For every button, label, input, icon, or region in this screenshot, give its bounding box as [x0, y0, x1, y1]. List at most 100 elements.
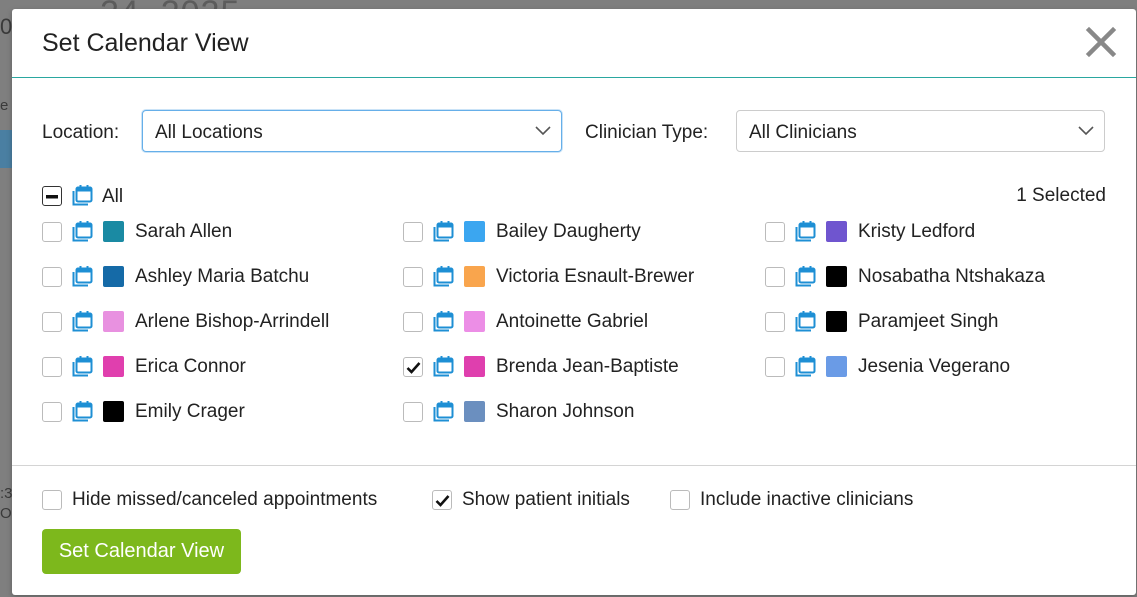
- clinician-item[interactable]: Antoinette Gabriel: [403, 310, 743, 340]
- selected-count: 1 Selected: [1016, 185, 1106, 206]
- clinician-item[interactable]: Kristy Ledford: [765, 220, 1105, 250]
- include-inactive-label: Include inactive clinicians: [700, 489, 914, 510]
- clinician-checkbox[interactable]: [42, 312, 62, 332]
- calendar-icon[interactable]: [795, 265, 817, 287]
- clinician-name: Victoria Esnault-Brewer: [496, 266, 695, 287]
- clinician-color-swatch: [826, 266, 847, 287]
- calendar-icon[interactable]: [795, 310, 817, 332]
- clinician-name: Bailey Daugherty: [496, 221, 641, 242]
- clinician-item[interactable]: Brenda Jean-Baptiste: [403, 355, 743, 385]
- select-all-row: All 1 Selected: [42, 185, 1106, 215]
- clinician-name: Ashley Maria Batchu: [135, 266, 310, 287]
- clinician-checkbox[interactable]: [765, 222, 785, 242]
- clinician-item[interactable]: Nosabatha Ntshakaza: [765, 265, 1105, 295]
- clinician-name: Sharon Johnson: [496, 401, 635, 422]
- clinician-item[interactable]: Victoria Esnault-Brewer: [403, 265, 743, 295]
- calendar-icon[interactable]: [72, 184, 94, 206]
- clinician-name: Kristy Ledford: [858, 221, 976, 242]
- clinician-name: Sarah Allen: [135, 221, 233, 242]
- clinician-color-swatch: [826, 221, 847, 242]
- calendar-icon[interactable]: [433, 220, 455, 242]
- dialog-title: Set Calendar View: [42, 29, 249, 57]
- clinician-item[interactable]: Emily Crager: [42, 400, 382, 430]
- close-icon[interactable]: [1084, 25, 1118, 59]
- clinician-checkbox[interactable]: [403, 267, 423, 287]
- calendar-icon[interactable]: [433, 355, 455, 377]
- calendar-icon[interactable]: [433, 265, 455, 287]
- clinician-color-swatch: [103, 311, 124, 332]
- background-fragment: O: [0, 505, 12, 522]
- clinician-checkbox[interactable]: [42, 222, 62, 242]
- hide-missed-checkbox[interactable]: [42, 490, 62, 510]
- clinician-checkbox[interactable]: [403, 402, 423, 422]
- set-calendar-view-button[interactable]: Set Calendar View: [42, 529, 241, 574]
- clinician-checkbox[interactable]: [765, 357, 785, 377]
- clinician-item[interactable]: Ashley Maria Batchu: [42, 265, 382, 295]
- clinician-item[interactable]: Sharon Johnson: [403, 400, 743, 430]
- calendar-icon[interactable]: [72, 220, 94, 242]
- clinician-color-swatch: [464, 356, 485, 377]
- include-inactive-checkbox[interactable]: [670, 490, 690, 510]
- clinician-checkbox[interactable]: [42, 267, 62, 287]
- clinician-checkbox[interactable]: [765, 312, 785, 332]
- show-initials-checkbox[interactable]: [432, 490, 452, 510]
- select-all-label: All: [102, 186, 124, 207]
- clinician-checkbox[interactable]: [42, 402, 62, 422]
- clinician-name: Emily Crager: [135, 401, 245, 422]
- clinician-type-select-value: All Clinicians: [749, 122, 857, 143]
- set-calendar-view-dialog: Set Calendar View Location: All Location…: [12, 9, 1136, 595]
- select-all-checkbox[interactable]: [42, 186, 62, 206]
- clinician-checkbox[interactable]: [403, 312, 423, 332]
- checkmark-icon: [435, 495, 450, 507]
- calendar-icon[interactable]: [795, 355, 817, 377]
- location-select-value: All Locations: [155, 122, 263, 143]
- clinician-item[interactable]: Jesenia Vegerano: [765, 355, 1105, 385]
- clinician-item[interactable]: Sarah Allen: [42, 220, 382, 250]
- clinician-color-swatch: [464, 266, 485, 287]
- clinician-color-swatch: [464, 401, 485, 422]
- show-initials-label: Show patient initials: [462, 489, 630, 510]
- clinician-name: Erica Connor: [135, 356, 246, 377]
- clinician-name: Paramjeet Singh: [858, 311, 999, 332]
- clinician-checkbox[interactable]: [42, 357, 62, 377]
- chevron-down-icon: [1078, 126, 1094, 136]
- dialog-footer: Hide missed/canceled appointments Show p…: [12, 465, 1136, 595]
- clinician-item[interactable]: Bailey Daugherty: [403, 220, 743, 250]
- clinician-name: Jesenia Vegerano: [858, 356, 1011, 377]
- clinician-name: Nosabatha Ntshakaza: [858, 266, 1045, 287]
- dialog-header: Set Calendar View: [12, 9, 1136, 78]
- calendar-icon[interactable]: [795, 220, 817, 242]
- background-fragment: :3: [0, 485, 13, 502]
- filter-row: Location: All Locations Clinician Type: …: [42, 110, 1106, 154]
- clinician-color-swatch: [826, 311, 847, 332]
- hide-missed-label: Hide missed/canceled appointments: [72, 489, 378, 510]
- clinician-color-swatch: [464, 311, 485, 332]
- clinician-color-swatch: [826, 356, 847, 377]
- clinician-color-swatch: [103, 221, 124, 242]
- clinician-color-swatch: [103, 401, 124, 422]
- calendar-icon[interactable]: [72, 265, 94, 287]
- chevron-down-icon: [535, 126, 551, 136]
- location-select[interactable]: All Locations: [142, 110, 562, 152]
- clinician-item[interactable]: Arlene Bishop-Arrindell: [42, 310, 382, 340]
- clinician-type-select[interactable]: All Clinicians: [736, 110, 1105, 152]
- background-bar: [0, 130, 12, 168]
- checkmark-icon: [406, 362, 421, 374]
- clinician-checkbox[interactable]: [403, 357, 423, 377]
- calendar-icon[interactable]: [72, 355, 94, 377]
- location-label: Location:: [42, 122, 120, 143]
- clinician-color-swatch: [103, 356, 124, 377]
- calendar-icon[interactable]: [72, 310, 94, 332]
- clinician-checkbox[interactable]: [403, 222, 423, 242]
- calendar-icon[interactable]: [433, 400, 455, 422]
- background-fragment: 0: [0, 14, 13, 39]
- clinician-item[interactable]: Paramjeet Singh: [765, 310, 1105, 340]
- calendar-icon[interactable]: [433, 310, 455, 332]
- clinician-type-label: Clinician Type:: [585, 122, 709, 143]
- clinician-item[interactable]: Erica Connor: [42, 355, 382, 385]
- calendar-icon[interactable]: [72, 400, 94, 422]
- clinician-checkbox[interactable]: [765, 267, 785, 287]
- background-fragment: e: [0, 97, 9, 114]
- clinician-name: Arlene Bishop-Arrindell: [135, 311, 330, 332]
- clinician-name: Antoinette Gabriel: [496, 311, 649, 332]
